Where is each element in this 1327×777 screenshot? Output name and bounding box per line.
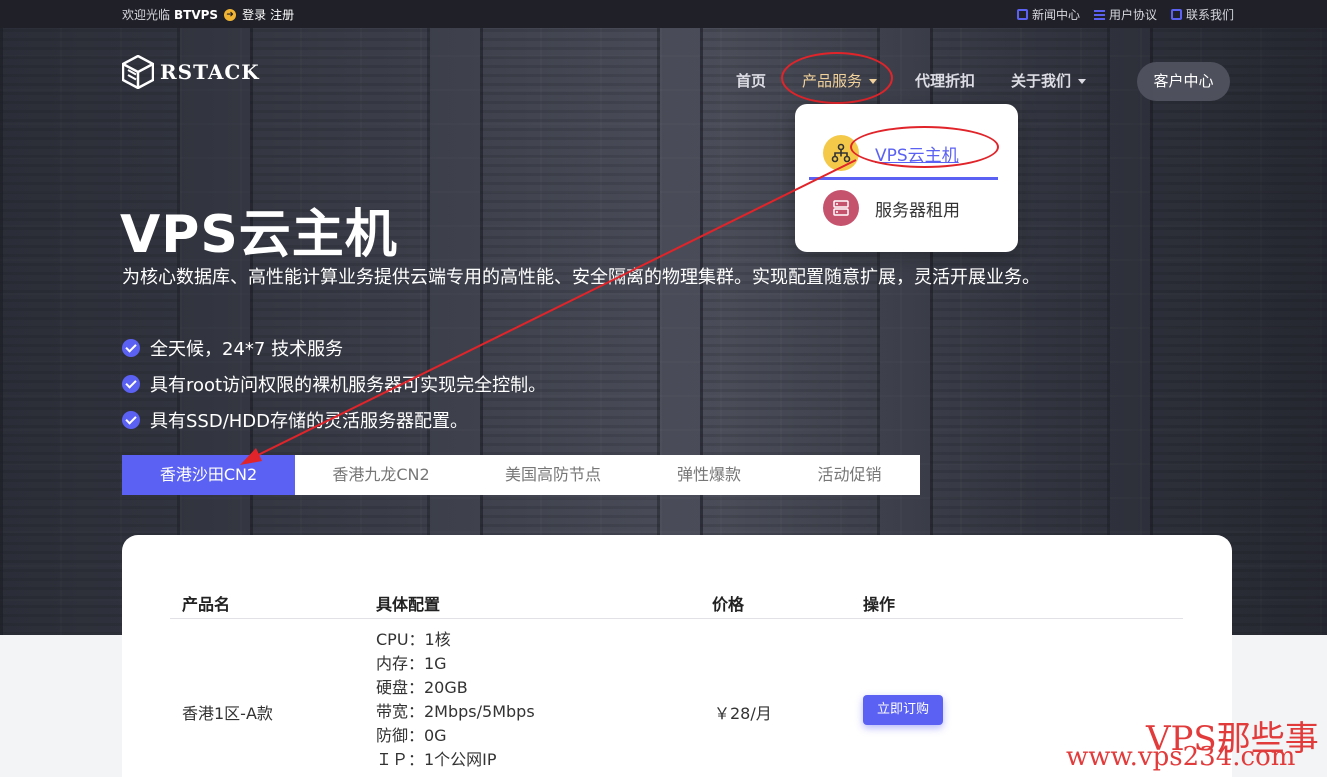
order-button[interactable]: 立即订购	[863, 695, 943, 725]
login-arrow-icon: ➜	[224, 8, 237, 21]
logo-text: RSTACK	[160, 60, 260, 84]
brand-text: BTVPS	[174, 7, 219, 22]
tab-hk-kowloon[interactable]: 香港九龙CN2	[295, 455, 467, 495]
square-icon	[1016, 9, 1028, 20]
tab-hk-shatin[interactable]: 香港沙田CN2	[122, 455, 295, 495]
customer-center-button[interactable]: 客户中心	[1137, 62, 1230, 101]
column-header-name: 产品名	[182, 595, 231, 614]
tab-us-ddos[interactable]: 美国高防节点	[467, 455, 639, 495]
divider	[170, 618, 1183, 619]
news-link[interactable]: 新闻中心	[1016, 6, 1080, 23]
grid-icon	[1170, 9, 1182, 20]
check-circle-icon	[122, 411, 140, 429]
welcome-area: 欢迎光临 BTVPS ➜ 登录 注册	[122, 6, 294, 23]
annotation-circle	[850, 126, 999, 168]
column-header-config: 具体配置	[376, 595, 441, 614]
login-link[interactable]: 登录	[242, 6, 266, 23]
tab-promotion[interactable]: 活动促销	[779, 455, 920, 495]
page-subtitle: 为核心数据库、高性能计算业务提供云端专用的高性能、安全隔离的物理集群。实现配置随…	[122, 267, 1040, 288]
agreement-link[interactable]: 用户协议	[1093, 6, 1157, 23]
nav-about[interactable]: 关于我们	[1011, 70, 1087, 91]
top-links: 新闻中心 用户协议 联系我们	[1016, 6, 1234, 23]
list-icon	[1093, 9, 1105, 20]
feature-item: 具有root访问权限的裸机服务器可实现完全控制。	[122, 366, 546, 402]
contact-link[interactable]: 联系我们	[1170, 6, 1234, 23]
cube-logo-icon	[122, 55, 154, 89]
product-specs: CPU：1核 内存：1G 硬盘：20GB 带宽：2Mbps/5Mbps 防御：0…	[376, 630, 535, 769]
product-price: ￥28/月	[714, 704, 772, 723]
nav-home[interactable]: 首页	[736, 70, 766, 91]
column-header-price: 价格	[712, 595, 745, 614]
feature-item: 具有SSD/HDD存储的灵活服务器配置。	[122, 402, 546, 438]
register-link[interactable]: 注册	[270, 6, 294, 23]
region-tabs: 香港沙田CN2 香港九龙CN2 美国高防节点 弹性爆款 活动促销	[122, 455, 920, 495]
page-title: VPS云主机	[120, 205, 398, 265]
column-header-action: 操作	[863, 595, 896, 614]
active-underline	[809, 177, 998, 180]
nav-agent[interactable]: 代理折扣	[915, 70, 975, 91]
caret-down-icon	[1078, 79, 1087, 84]
dropdown-item-server[interactable]: 服务器租用	[823, 190, 960, 226]
logo[interactable]: RSTACK	[122, 55, 260, 89]
product-name: 香港1区-A款	[182, 704, 273, 723]
server-icon	[823, 190, 859, 226]
feature-list: 全天候，24*7 技术服务 具有root访问权限的裸机服务器可实现完全控制。 具…	[122, 330, 546, 438]
welcome-text: 欢迎光临	[122, 8, 171, 22]
check-circle-icon	[122, 375, 140, 393]
product-table-card: 产品名 具体配置 价格 操作 香港1区-A款 CPU：1核 内存：1G 硬盘：2…	[122, 535, 1232, 777]
tab-elastic[interactable]: 弹性爆款	[639, 455, 779, 495]
annotation-circle	[781, 52, 893, 104]
dropdown-item-label: 服务器租用	[875, 200, 960, 221]
feature-item: 全天候，24*7 技术服务	[122, 330, 546, 366]
check-circle-icon	[122, 339, 140, 357]
top-bar: 欢迎光临 BTVPS ➜ 登录 注册 新闻中心 用户协议 联系我们	[0, 0, 1327, 28]
